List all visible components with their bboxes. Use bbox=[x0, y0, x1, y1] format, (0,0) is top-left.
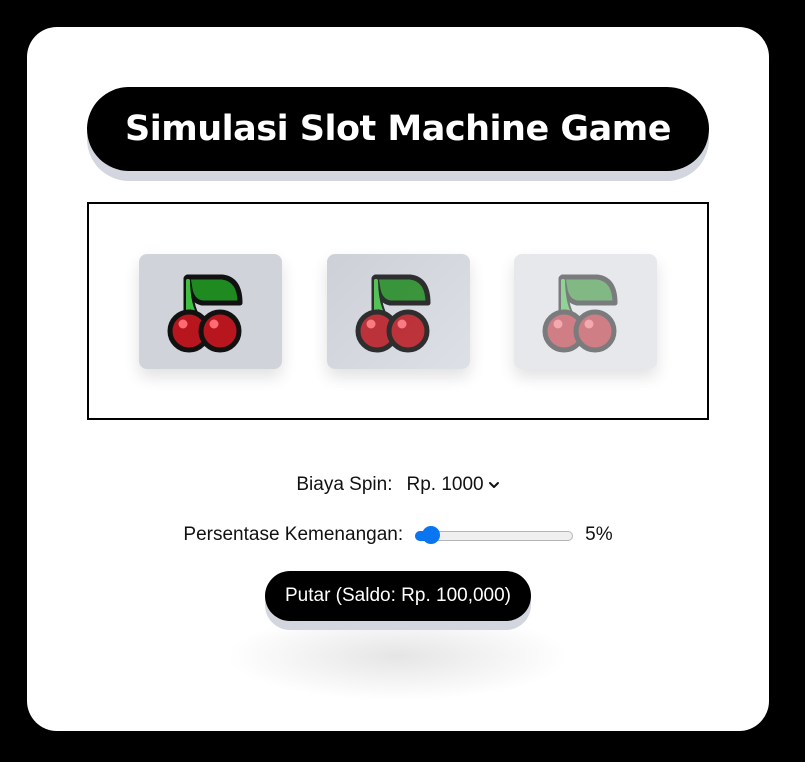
cost-row: Biaya Spin: Rp. 1000 bbox=[27, 474, 769, 496]
reel-1 bbox=[139, 254, 282, 369]
percentage-slider[interactable] bbox=[415, 526, 574, 544]
cherry-icon bbox=[542, 274, 617, 352]
reel-2 bbox=[327, 254, 470, 369]
slider-thumb[interactable] bbox=[422, 526, 441, 544]
spin-button[interactable]: Putar (Saldo: Rp. 100,000) bbox=[265, 571, 531, 621]
cost-select-value: Rp. 1000 bbox=[406, 474, 484, 495]
percentage-label: Persentase Kemenangan: bbox=[183, 524, 404, 545]
cost-select[interactable]: Rp. 1000 bbox=[407, 474, 500, 496]
spin-area: Putar (Saldo: Rp. 100,000) bbox=[225, 571, 571, 701]
reel-3 bbox=[514, 254, 657, 369]
cherry-icon bbox=[355, 274, 430, 352]
percentage-row: Persentase Kemenangan: 5% bbox=[27, 524, 769, 546]
spin-shadow bbox=[225, 611, 571, 701]
chevron-down-icon bbox=[488, 482, 499, 488]
percentage-value: 5% bbox=[585, 524, 613, 545]
game-card: Simulasi Slot Machine Game Biaya Spin: R… bbox=[27, 27, 769, 731]
page-title: Simulasi Slot Machine Game bbox=[125, 109, 671, 149]
cherry-icon bbox=[167, 274, 242, 352]
title-banner: Simulasi Slot Machine Game bbox=[87, 87, 709, 171]
cost-label: Biaya Spin: bbox=[296, 474, 393, 495]
reels-panel bbox=[87, 202, 709, 420]
